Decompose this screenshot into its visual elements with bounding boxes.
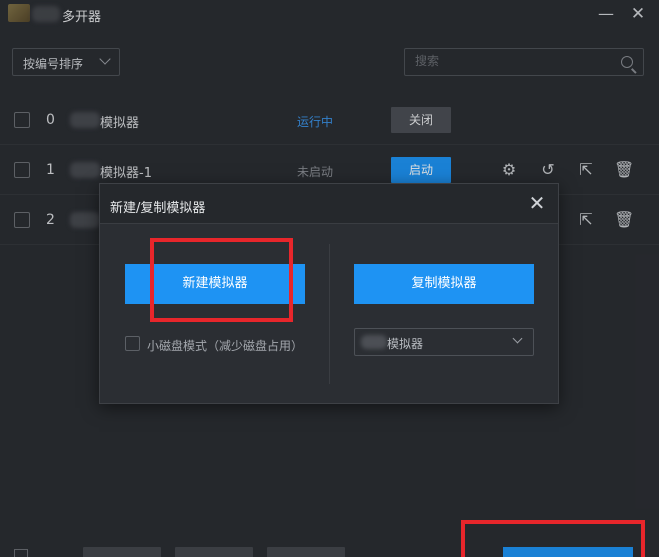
small-disk-label: 小磁盘模式（减少磁盘占用） xyxy=(147,339,304,353)
highlight-box xyxy=(150,238,293,322)
divider xyxy=(329,244,330,384)
dialog-header: 新建/复制模拟器 ✕ xyxy=(100,184,558,224)
dialog-title: 新建/复制模拟器 xyxy=(110,201,206,216)
small-disk-checkbox[interactable] xyxy=(125,336,140,351)
copy-source-value: 模拟器 xyxy=(387,337,424,351)
highlight-box xyxy=(461,520,645,557)
copy-emulator-button[interactable]: 复制模拟器 xyxy=(354,264,534,304)
copy-source-select[interactable]: 模拟器 xyxy=(354,328,534,356)
close-icon[interactable]: ✕ xyxy=(526,193,548,215)
redacted-name xyxy=(361,335,387,349)
chevron-down-icon xyxy=(512,333,523,344)
